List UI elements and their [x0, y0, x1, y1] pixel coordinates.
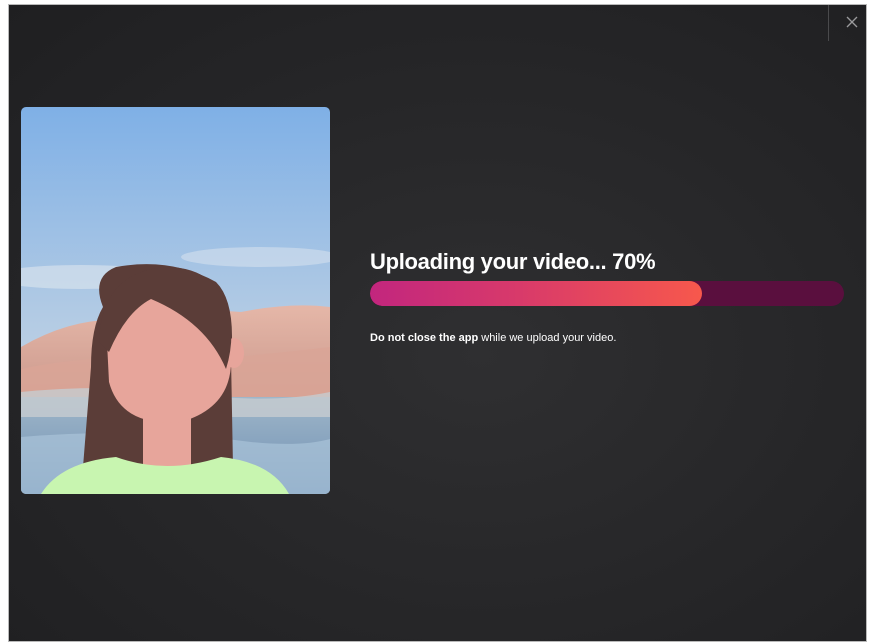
close-separator — [828, 5, 829, 41]
close-icon — [846, 16, 858, 28]
upload-progress-bar — [370, 281, 844, 306]
upload-progress-fill — [370, 281, 702, 306]
upload-note-strong: Do not close the app — [370, 332, 479, 344]
avatar-illustration — [21, 107, 330, 494]
upload-note-rest: while we upload your video. — [478, 332, 617, 344]
close-button[interactable] — [842, 12, 862, 32]
upload-note: Do not close the app while we upload you… — [370, 332, 616, 344]
upload-status: Uploading your video... 70% Do not close… — [370, 249, 850, 344]
video-preview — [21, 107, 330, 494]
upload-title: Uploading your video... 70% — [370, 249, 656, 274]
upload-dialog: Uploading your video... 70% Do not close… — [8, 4, 867, 642]
